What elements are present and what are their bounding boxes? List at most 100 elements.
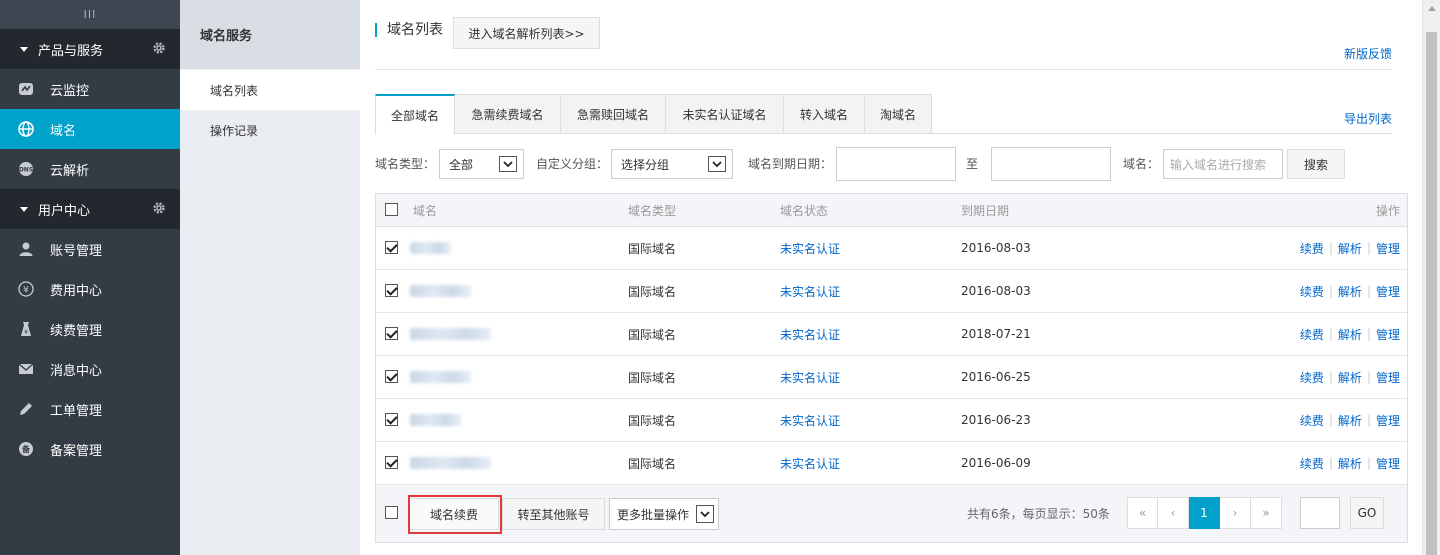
renew-link[interactable]: 续费: [1300, 455, 1324, 472]
sidebar-item-renew[interactable]: ¥ 续费管理: [0, 309, 180, 349]
row-checkbox[interactable]: [385, 456, 398, 469]
manage-link[interactable]: 管理: [1376, 326, 1400, 343]
resolve-link[interactable]: 解析: [1338, 369, 1362, 386]
expire-date: 2016-06-23: [961, 413, 1031, 427]
group-select-value: 选择分组: [621, 157, 670, 172]
expire-date: 2016-06-25: [961, 370, 1031, 384]
monitor-icon: [18, 81, 34, 97]
globe-icon: [18, 121, 34, 137]
transfer-account-button[interactable]: 转至其他账号: [502, 498, 605, 530]
group-select[interactable]: 选择分组: [611, 149, 733, 179]
row-checkbox[interactable]: [385, 284, 398, 297]
renew-link[interactable]: 续费: [1300, 240, 1324, 257]
tab-renew-urgent[interactable]: 急需续费域名: [455, 94, 561, 134]
domain-type: 国际域名: [628, 284, 677, 299]
expire-end-input[interactable]: [991, 147, 1111, 181]
domain-name-redacted[interactable]: [410, 270, 471, 312]
renew-link[interactable]: 续费: [1300, 369, 1324, 386]
sidebar-collapse-toggle[interactable]: III: [0, 0, 180, 29]
domain-name-redacted[interactable]: [410, 313, 491, 355]
domain-name-redacted[interactable]: [410, 399, 461, 441]
sidebar-item-domain[interactable]: 域名: [0, 109, 180, 149]
col-ops: 操作: [1375, 203, 1400, 218]
sidebar-item-dns[interactable]: DNS 云解析: [0, 149, 180, 189]
go-button[interactable]: GO: [1350, 497, 1384, 529]
resolve-link[interactable]: 解析: [1338, 455, 1362, 472]
manage-link[interactable]: 管理: [1376, 455, 1400, 472]
manage-link[interactable]: 管理: [1376, 240, 1400, 257]
row-checkbox[interactable]: [385, 370, 398, 383]
enter-dns-list-button[interactable]: 进入域名解析列表>>: [453, 17, 600, 49]
status-link[interactable]: 未实名认证: [780, 270, 840, 312]
sidebar-item-billing[interactable]: ¥ 费用中心: [0, 269, 180, 309]
resolve-link[interactable]: 解析: [1338, 283, 1362, 300]
domain-type: 国际域名: [628, 370, 677, 385]
manage-link[interactable]: 管理: [1376, 412, 1400, 429]
manage-link[interactable]: 管理: [1376, 369, 1400, 386]
status-link[interactable]: 未实名认证: [780, 399, 840, 441]
nav-group-user[interactable]: 用户中心: [0, 189, 180, 229]
goto-page-input[interactable]: [1300, 497, 1340, 529]
status-link[interactable]: 未实名认证: [780, 442, 840, 484]
expire-start-input[interactable]: [836, 147, 956, 181]
domain-name-redacted[interactable]: [410, 442, 491, 484]
page-first-button[interactable]: «: [1127, 497, 1158, 529]
row-checkbox[interactable]: [385, 241, 398, 254]
type-label: 域名类型：: [375, 157, 436, 171]
tab-redeem-urgent[interactable]: 急需赎回域名: [561, 94, 666, 134]
renew-link[interactable]: 续费: [1300, 326, 1324, 343]
batch-ops-select[interactable]: 更多批量操作: [609, 498, 719, 530]
status-link[interactable]: 未实名认证: [780, 356, 840, 398]
resolve-link[interactable]: 解析: [1338, 326, 1362, 343]
scrollbar-thumb[interactable]: [1426, 32, 1437, 555]
domain-search-input[interactable]: 输入域名进行搜索: [1163, 149, 1283, 179]
status-link[interactable]: 未实名认证: [780, 313, 840, 355]
mail-icon: [18, 361, 34, 377]
export-list-link[interactable]: 导出列表: [1344, 110, 1392, 127]
pagination: « ‹ 1 › »: [1127, 497, 1282, 529]
tab-tao-domain[interactable]: 淘域名: [865, 94, 932, 134]
domain-table: 域名 域名类型 域名状态 到期日期 操作 国际域名 未实名认证 2016-08-…: [375, 193, 1408, 543]
caret-down-icon: [20, 206, 28, 212]
sidebar-item-monitor[interactable]: 云监控: [0, 69, 180, 109]
resolve-link[interactable]: 解析: [1338, 412, 1362, 429]
feedback-link[interactable]: 新版反馈: [1344, 45, 1392, 62]
page-next-button[interactable]: ›: [1220, 497, 1251, 529]
scroll-up-arrow-icon[interactable]: [1428, 6, 1436, 11]
tab-unverified[interactable]: 未实名认证域名: [666, 94, 784, 134]
gear-icon[interactable]: [152, 201, 166, 215]
select-all-checkbox[interactable]: [385, 203, 398, 216]
page-current-button[interactable]: 1: [1189, 497, 1220, 529]
search-button[interactable]: 搜索: [1287, 149, 1345, 179]
tab-all-domains[interactable]: 全部域名: [375, 94, 455, 135]
domain-name-redacted[interactable]: [410, 227, 451, 269]
svg-text:备: 备: [21, 444, 31, 454]
domain-label: 域名：: [1123, 157, 1160, 171]
page-prev-button[interactable]: ‹: [1158, 497, 1189, 529]
domain-name-redacted[interactable]: [410, 356, 471, 398]
subnav-item-operation-log[interactable]: 操作记录: [180, 110, 360, 150]
footer-select-all-checkbox[interactable]: [385, 506, 398, 519]
sidebar-item-messages[interactable]: 消息中心: [0, 349, 180, 389]
sidebar-item-label: 账号管理: [50, 243, 103, 259]
manage-link[interactable]: 管理: [1376, 283, 1400, 300]
nav-group-products[interactable]: 产品与服务: [0, 29, 180, 69]
table-header: 域名 域名类型 域名状态 到期日期 操作: [376, 194, 1407, 227]
renew-link[interactable]: 续费: [1300, 283, 1324, 300]
renew-link[interactable]: 续费: [1300, 412, 1324, 429]
expire-label: 域名到期日期：: [748, 157, 833, 171]
type-select[interactable]: 全部: [439, 149, 524, 179]
status-link[interactable]: 未实名认证: [780, 227, 840, 269]
expire-date: 2016-06-09: [961, 456, 1031, 470]
gear-icon[interactable]: [152, 41, 166, 55]
resolve-link[interactable]: 解析: [1338, 240, 1362, 257]
page-scrollbar[interactable]: [1422, 0, 1440, 555]
sidebar-item-records[interactable]: 备 备案管理: [0, 429, 180, 469]
tab-transfer-in[interactable]: 转入域名: [784, 94, 865, 134]
sidebar-item-account[interactable]: 账号管理: [0, 229, 180, 269]
subnav-item-domain-list[interactable]: 域名列表: [180, 70, 360, 110]
row-checkbox[interactable]: [385, 413, 398, 426]
row-checkbox[interactable]: [385, 327, 398, 340]
page-last-button[interactable]: »: [1251, 497, 1282, 529]
sidebar-item-tickets[interactable]: 工单管理: [0, 389, 180, 429]
